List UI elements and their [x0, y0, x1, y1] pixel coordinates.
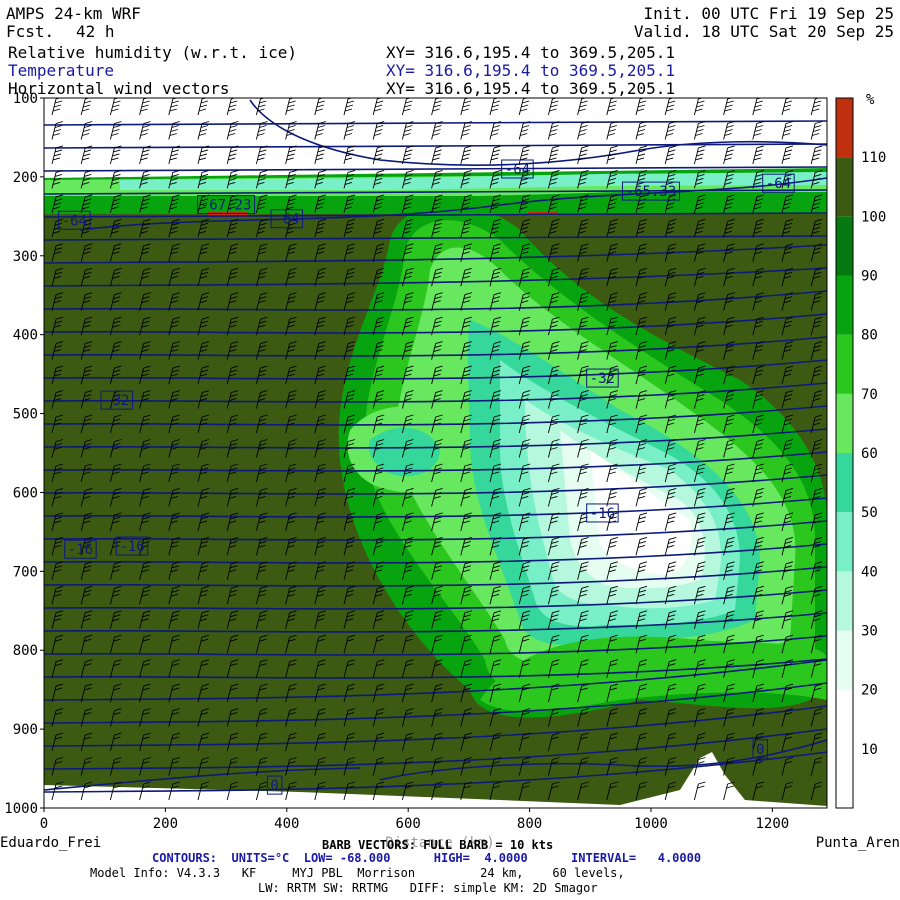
colorbar-swatch	[836, 157, 853, 217]
contour-label: -16	[68, 542, 93, 558]
model-info: Model Info: V4.3.3 KF MYJ PBL Morrison 2…	[90, 866, 625, 880]
x-tick-label: 1000	[634, 816, 668, 832]
physics-info: LW: RRTM SW: RRTMG DIFF: simple KM: 2D S…	[258, 881, 598, 895]
contour-label: -64	[505, 162, 530, 178]
colorbar-swatch	[836, 216, 853, 276]
colorbar-unit: %	[866, 92, 875, 108]
contour-label: -32	[104, 393, 129, 409]
y-tick-label: 100	[13, 91, 38, 107]
contour-label: -64	[62, 213, 87, 229]
y-axis-title: Pressure (hPa)	[0, 421, 10, 539]
y-tick-label: 900	[13, 722, 38, 738]
contour-label: -67.23	[201, 198, 252, 214]
contour-label: -64	[766, 176, 791, 192]
y-tick-label: 1000	[4, 801, 38, 817]
x-tick-label: 1200	[756, 816, 790, 832]
colorbar-swatch	[836, 334, 853, 394]
x-tick-label: 400	[274, 816, 299, 832]
colorbar-level-label: 110	[861, 150, 886, 166]
colorbar-level-label: 50	[861, 505, 878, 521]
left-endpoint-label: Eduardo_Frei	[0, 835, 101, 851]
colorbar-swatch	[836, 748, 853, 808]
figure: { "header": { "model": "AMPS 24-km WRF",…	[0, 0, 900, 900]
x-tick-label: 200	[153, 816, 178, 832]
x-tick-label: 600	[396, 816, 421, 832]
colorbar-level-label: 80	[861, 328, 878, 344]
contour-label: -16	[119, 539, 144, 555]
colorbar-swatch	[836, 512, 853, 572]
contour-label: -16	[590, 506, 615, 522]
y-tick-label: 200	[13, 170, 38, 186]
colorbar-level-label: 70	[861, 387, 878, 403]
y-tick-label: 300	[13, 249, 38, 265]
colorbar-swatch	[836, 393, 853, 453]
contour-legend: CONTOURS: UNITS=°C LOW= -68.000 HIGH= 4.…	[152, 851, 702, 865]
colorbar-swatch	[836, 630, 853, 690]
colorbar-level-label: 10	[861, 742, 878, 758]
contour-label: -65.33	[626, 184, 677, 200]
colorbar-swatch	[836, 689, 853, 749]
barb-legend: BARB VECTORS: FULL BARB = 10 kts	[322, 838, 554, 852]
y-tick-label: 800	[13, 643, 38, 659]
cross-section-chart: -64 -64 -67.23 -64 -65.33 -64 -32 -32 -16 -16 -16 0…	[0, 91, 900, 851]
x-tick-label: 0	[40, 816, 48, 832]
colorbar-level-label: 30	[861, 624, 878, 640]
colorbar-level-label: 20	[861, 683, 878, 699]
colorbar-level-label: 60	[861, 446, 878, 462]
y-tick-label: 700	[13, 564, 38, 580]
y-tick-label: 400	[13, 328, 38, 344]
colorbar: 10 20 30 40 50 60 70 80 90 100 110	[835, 97, 886, 809]
colorbar-swatch	[836, 275, 853, 335]
colorbar-level-label: 100	[861, 209, 886, 225]
colorbar-swatch	[836, 571, 853, 631]
y-tick-label: 500	[13, 407, 38, 423]
contour-label: 0	[756, 742, 764, 758]
y-tick-label: 600	[13, 485, 38, 501]
contour-label: 0	[270, 778, 278, 794]
colorbar-swatch	[836, 453, 853, 513]
contour-label: -32	[590, 371, 615, 387]
colorbar-swatch	[836, 98, 853, 158]
right-endpoint-label: Punta_Aren	[816, 835, 900, 851]
contour-label: -64	[274, 212, 299, 228]
colorbar-level-label: 40	[861, 564, 878, 580]
x-tick-label: 800	[517, 816, 542, 832]
colorbar-level-label: 90	[861, 269, 878, 285]
